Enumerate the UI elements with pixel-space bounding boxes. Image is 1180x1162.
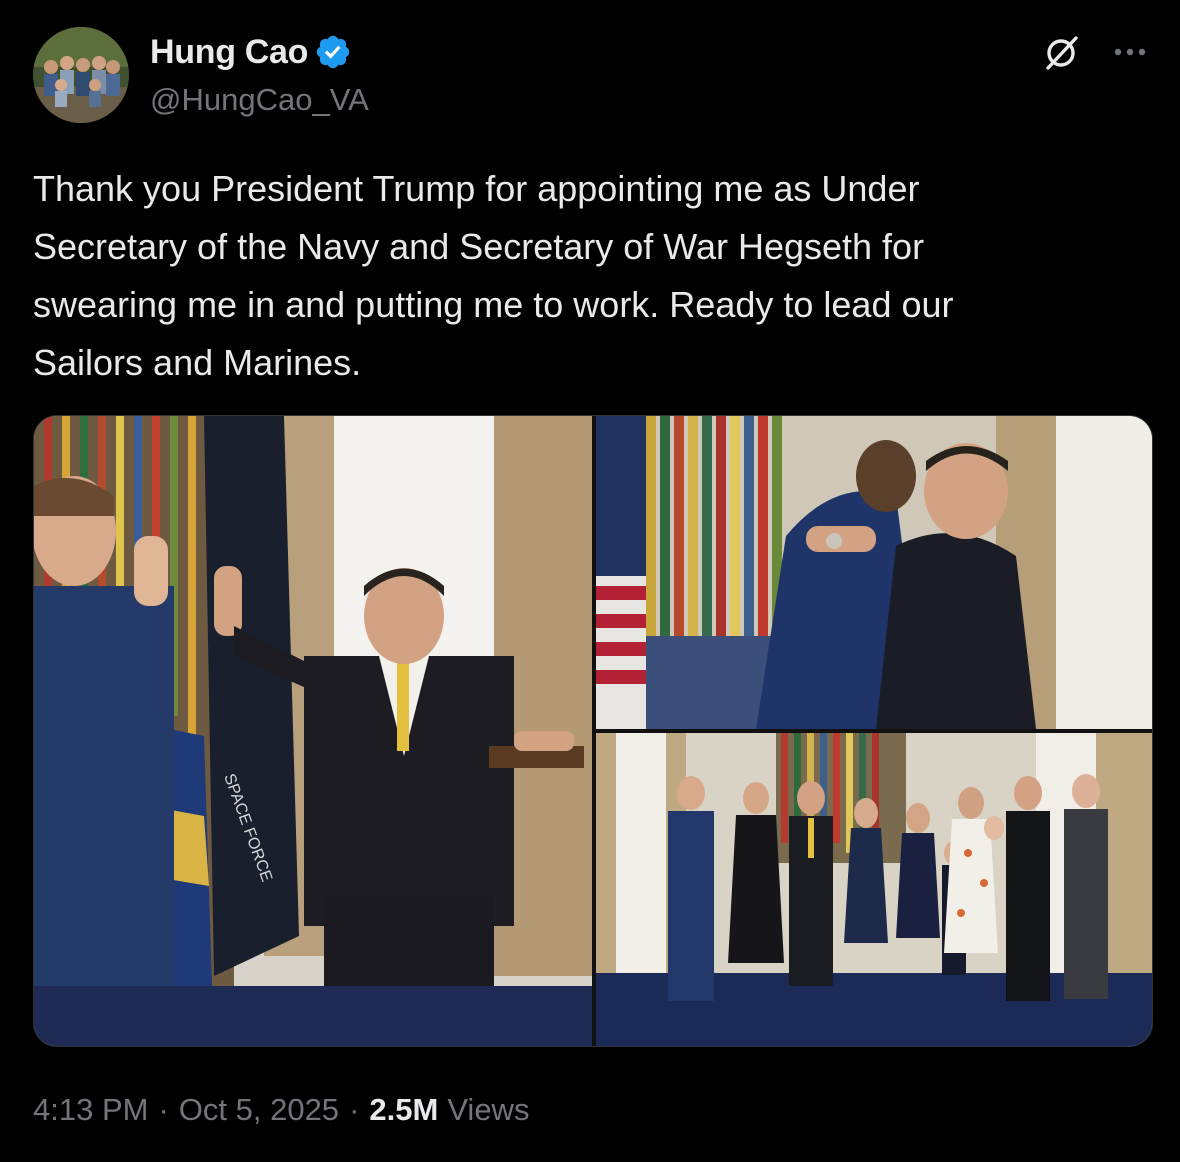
author-name-row[interactable]: Hung Cao [150,30,352,74]
author-handle[interactable]: @HungCao_VA [150,82,369,118]
meta-separator: · [158,1092,169,1127]
grok-icon[interactable] [1040,30,1084,74]
tweet-text: Thank you President Trump for appointing… [33,168,954,383]
views-label[interactable]: Views [447,1092,529,1128]
verified-badge-icon[interactable] [314,33,352,71]
meta-separator: · [349,1092,360,1127]
family-group-photo[interactable] [596,733,1152,1046]
tweet-date[interactable]: Oct 5, 2025 [179,1092,339,1128]
media-grid: SPACE FORCE [33,415,1153,1047]
swearing-in-photo[interactable]: SPACE FORCE [34,416,592,1046]
more-icon[interactable] [1108,30,1152,74]
views-count[interactable]: 2.5M [369,1092,438,1128]
tweet: Hung Cao @HungCao_VA Thank you President… [0,0,1180,1162]
embrace-photo[interactable] [596,416,1152,729]
avatar[interactable] [33,27,129,123]
author-display-name[interactable]: Hung Cao [150,33,308,72]
tweet-meta: 4:13 PM · Oct 5, 2025 · 2.5M Views [33,1090,529,1130]
tweet-time[interactable]: 4:13 PM [33,1092,148,1128]
